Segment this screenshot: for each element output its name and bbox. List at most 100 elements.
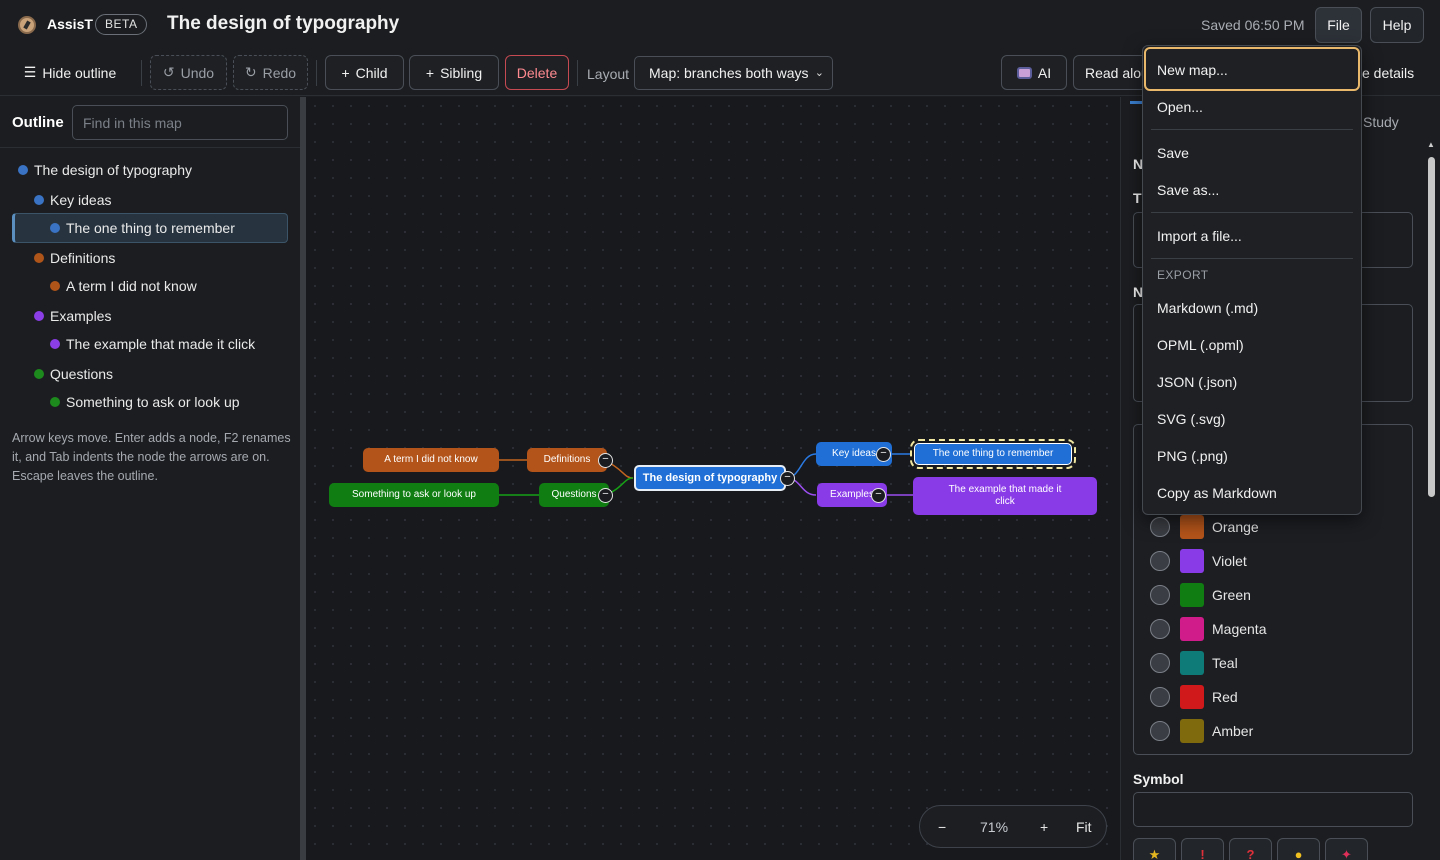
radio-button[interactable] bbox=[1150, 687, 1170, 707]
outline-item-label: Definitions bbox=[50, 250, 116, 266]
color-dot bbox=[18, 165, 28, 175]
divider bbox=[0, 147, 300, 148]
document-title[interactable]: The design of typography bbox=[167, 13, 399, 35]
file-menu-button[interactable]: File bbox=[1315, 7, 1362, 43]
menu-item-export-json[interactable]: JSON (.json) bbox=[1157, 374, 1237, 390]
outline-item-key-ideas[interactable]: Key ideas bbox=[30, 186, 288, 214]
swatch bbox=[1180, 651, 1204, 675]
zoom-out-button[interactable]: − bbox=[938, 819, 946, 835]
child-label: Child bbox=[355, 64, 388, 81]
menu-item-export-png[interactable]: PNG (.png) bbox=[1157, 448, 1228, 464]
color-option-green[interactable]: Green bbox=[1150, 583, 1251, 607]
menu-divider bbox=[1151, 258, 1353, 259]
outline-item-examples[interactable]: Examples bbox=[30, 302, 288, 330]
color-dot bbox=[34, 253, 44, 263]
robot-icon bbox=[1016, 66, 1032, 79]
outline-item-definitions[interactable]: Definitions bbox=[30, 244, 288, 272]
color-dot bbox=[34, 195, 44, 205]
color-option-teal[interactable]: Teal bbox=[1150, 651, 1238, 675]
question-icon[interactable]: ? bbox=[1229, 838, 1272, 860]
zoom-in-button[interactable]: + bbox=[1040, 819, 1048, 835]
plus-icon: + bbox=[425, 64, 435, 81]
fit-button[interactable]: Fit bbox=[1076, 819, 1092, 835]
details-scrollbar[interactable]: ▲ bbox=[1426, 140, 1438, 860]
delete-button[interactable]: Delete bbox=[505, 55, 569, 90]
pin-icon[interactable]: ✦ bbox=[1325, 838, 1368, 860]
color-dot bbox=[50, 223, 60, 233]
color-option-amber[interactable]: Amber bbox=[1150, 719, 1253, 743]
color-label: Red bbox=[1212, 689, 1238, 705]
menu-item-open[interactable]: Open... bbox=[1157, 99, 1203, 115]
menu-item-new-map[interactable]: New map... bbox=[1157, 62, 1228, 78]
map-node-one-thing[interactable]: The one thing to remember bbox=[910, 439, 1076, 469]
help-button[interactable]: Help bbox=[1370, 7, 1424, 43]
color-label: Magenta bbox=[1212, 621, 1267, 637]
read-aloud-button[interactable]: Read alou bbox=[1073, 55, 1153, 90]
find-in-map-input[interactable] bbox=[72, 105, 288, 140]
outline-item-one-thing[interactable]: The one thing to remember bbox=[12, 213, 288, 243]
chevron-down-icon: ⌄ bbox=[814, 67, 824, 79]
exclamation-icon[interactable]: ! bbox=[1181, 838, 1224, 860]
map-node-something[interactable]: Something to ask or look up bbox=[329, 483, 499, 507]
collapse-toggle-icon[interactable]: − bbox=[780, 471, 795, 486]
map-node-term[interactable]: A term I did not know bbox=[363, 448, 499, 472]
top-bar: AssisT BETA The design of typography Sav… bbox=[0, 0, 1440, 50]
outline-item-questions[interactable]: Questions bbox=[30, 360, 288, 388]
radio-button[interactable] bbox=[1150, 653, 1170, 673]
color-option-red[interactable]: Red bbox=[1150, 685, 1238, 709]
toolbar-divider bbox=[141, 60, 142, 86]
collapse-toggle-icon[interactable]: − bbox=[876, 447, 891, 462]
menu-item-export-markdown[interactable]: Markdown (.md) bbox=[1157, 300, 1258, 316]
color-label: Amber bbox=[1212, 723, 1254, 739]
redo-icon: ↻ bbox=[244, 64, 257, 80]
color-option-magenta[interactable]: Magenta bbox=[1150, 617, 1266, 641]
add-sibling-button[interactable]: + Sibling bbox=[409, 55, 499, 90]
radio-button[interactable] bbox=[1150, 551, 1170, 571]
ai-button[interactable]: AI bbox=[1001, 55, 1067, 90]
map-node-example-click[interactable]: The example that made it click bbox=[913, 477, 1097, 515]
redo-button[interactable]: ↻ Redo bbox=[233, 55, 308, 90]
color-option-violet[interactable]: Violet bbox=[1150, 549, 1247, 573]
menu-item-save-as[interactable]: Save as... bbox=[1157, 182, 1219, 198]
swatch bbox=[1180, 549, 1204, 573]
outline-item-example-click[interactable]: The example that made it click bbox=[46, 330, 288, 358]
hide-outline-button[interactable]: ☰ Hide outline bbox=[14, 55, 126, 90]
outline-item-label: Examples bbox=[50, 308, 112, 324]
collapse-toggle-icon[interactable]: − bbox=[598, 453, 613, 468]
hide-details-button[interactable]: e details bbox=[1362, 55, 1422, 90]
zoom-level: 71% bbox=[980, 819, 1009, 835]
outline-item-label: Something to ask or look up bbox=[66, 394, 240, 410]
layout-label: Layout bbox=[587, 66, 630, 82]
scroll-up-icon[interactable]: ▲ bbox=[1427, 140, 1435, 149]
color-dot bbox=[50, 281, 60, 291]
radio-button[interactable] bbox=[1150, 619, 1170, 639]
menu-item-import[interactable]: Import a file... bbox=[1157, 228, 1242, 244]
menu-item-copy-markdown[interactable]: Copy as Markdown bbox=[1157, 485, 1277, 501]
collapse-toggle-icon[interactable]: − bbox=[871, 488, 886, 503]
swatch bbox=[1180, 685, 1204, 709]
menu-item-export-svg[interactable]: SVG (.svg) bbox=[1157, 411, 1225, 427]
mind-map-canvas[interactable]: The design of typography − Key ideas − T… bbox=[306, 97, 1120, 860]
layout-select[interactable]: Map: branches both ways ⌄ bbox=[634, 56, 833, 90]
lightbulb-icon[interactable]: ● bbox=[1277, 838, 1320, 860]
map-node-definitions[interactable]: Definitions bbox=[527, 448, 607, 472]
outline-item-root[interactable]: The design of typography bbox=[14, 156, 288, 184]
toolbar-divider bbox=[316, 60, 317, 86]
menu-item-save[interactable]: Save bbox=[1157, 145, 1189, 161]
map-node-root[interactable]: The design of typography bbox=[634, 465, 786, 491]
symbol-input[interactable] bbox=[1133, 792, 1413, 827]
radio-button[interactable] bbox=[1150, 517, 1170, 537]
color-option-orange[interactable]: Orange bbox=[1150, 515, 1259, 539]
outline-item-something[interactable]: Something to ask or look up bbox=[46, 388, 288, 416]
add-child-button[interactable]: + Child bbox=[325, 55, 404, 90]
menu-item-export-opml[interactable]: OPML (.opml) bbox=[1157, 337, 1244, 353]
scrollbar-thumb[interactable] bbox=[1428, 157, 1435, 497]
radio-button[interactable] bbox=[1150, 585, 1170, 605]
tab-study[interactable]: Study bbox=[1363, 114, 1399, 130]
star-icon[interactable]: ★ bbox=[1133, 838, 1176, 860]
undo-button[interactable]: ↺ Undo bbox=[150, 55, 227, 90]
radio-button[interactable] bbox=[1150, 721, 1170, 741]
menu-divider bbox=[1151, 212, 1353, 213]
outline-item-term[interactable]: A term I did not know bbox=[46, 272, 288, 300]
collapse-toggle-icon[interactable]: − bbox=[598, 488, 613, 503]
